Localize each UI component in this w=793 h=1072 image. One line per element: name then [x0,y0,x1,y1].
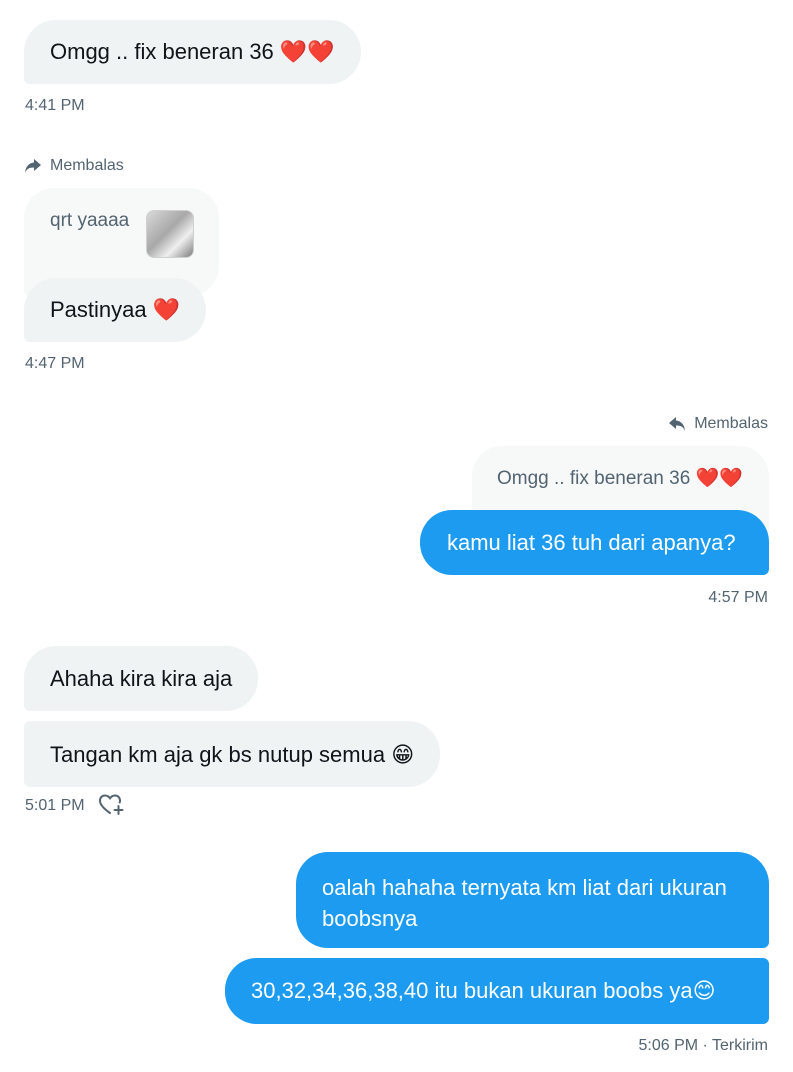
incoming-message-bubble[interactable]: Tangan km aja gk bs nutup semua 😁 [24,721,441,787]
message-timestamp: 4:47 PM [25,355,85,372]
reply-label: Membalas [50,157,124,174]
outgoing-message-bubble[interactable]: oalah hahaha ternyata km liat dari ukura… [296,852,769,948]
incoming-message-bubble[interactable]: Pastinyaa ❤️ [24,278,207,342]
outgoing-message-bubble[interactable]: kamu liat 36 tuh dari apanya? [420,510,769,575]
incoming-message-bubble[interactable]: Ahaha kira kira aja [24,646,259,711]
message-timestamp: 4:57 PM [708,589,768,606]
message-text: Pastinyaa ❤️ [50,297,181,322]
reply-label: Membalas [694,415,768,432]
reply-arrow-icon [669,417,686,431]
message-text: kamu liat 36 tuh dari apanya? [447,530,736,555]
message-text: Ahaha kira kira aja [50,666,233,691]
outgoing-message-bubble[interactable]: 30,32,34,36,38,40 itu bukan ukuran boobs… [225,958,769,1024]
quoted-text: Omgg .. fix beneran 36 ❤️❤️ [497,468,743,489]
reply-indicator: Membalas [668,415,768,433]
reply-indicator: Membalas [24,157,124,175]
message-timestamp: 5:01 PM [25,797,85,814]
message-timestamp-status: 5:06 PM · Terkirim [638,1037,768,1054]
message-text-line: boobsnya [322,906,418,931]
message-text: 30,32,34,36,38,40 itu bukan ukuran boobs… [251,978,716,1003]
message-text: Omgg .. fix beneran 36 ❤️❤️ [50,39,335,64]
message-timestamp: 4:41 PM [25,97,85,114]
heart-plus-icon[interactable] [99,794,125,816]
message-text: Tangan km aja gk bs nutup semua 😁 [50,742,415,767]
quoted-text: qrt yaaaa [50,210,130,231]
message-text-line: oalah hahaha ternyata km liat dari ukura… [322,875,727,900]
incoming-message-bubble[interactable]: Omgg .. fix beneran 36 ❤️❤️ [24,20,361,84]
quoted-image-thumbnail[interactable] [146,210,194,258]
share-arrow-icon [25,159,41,173]
